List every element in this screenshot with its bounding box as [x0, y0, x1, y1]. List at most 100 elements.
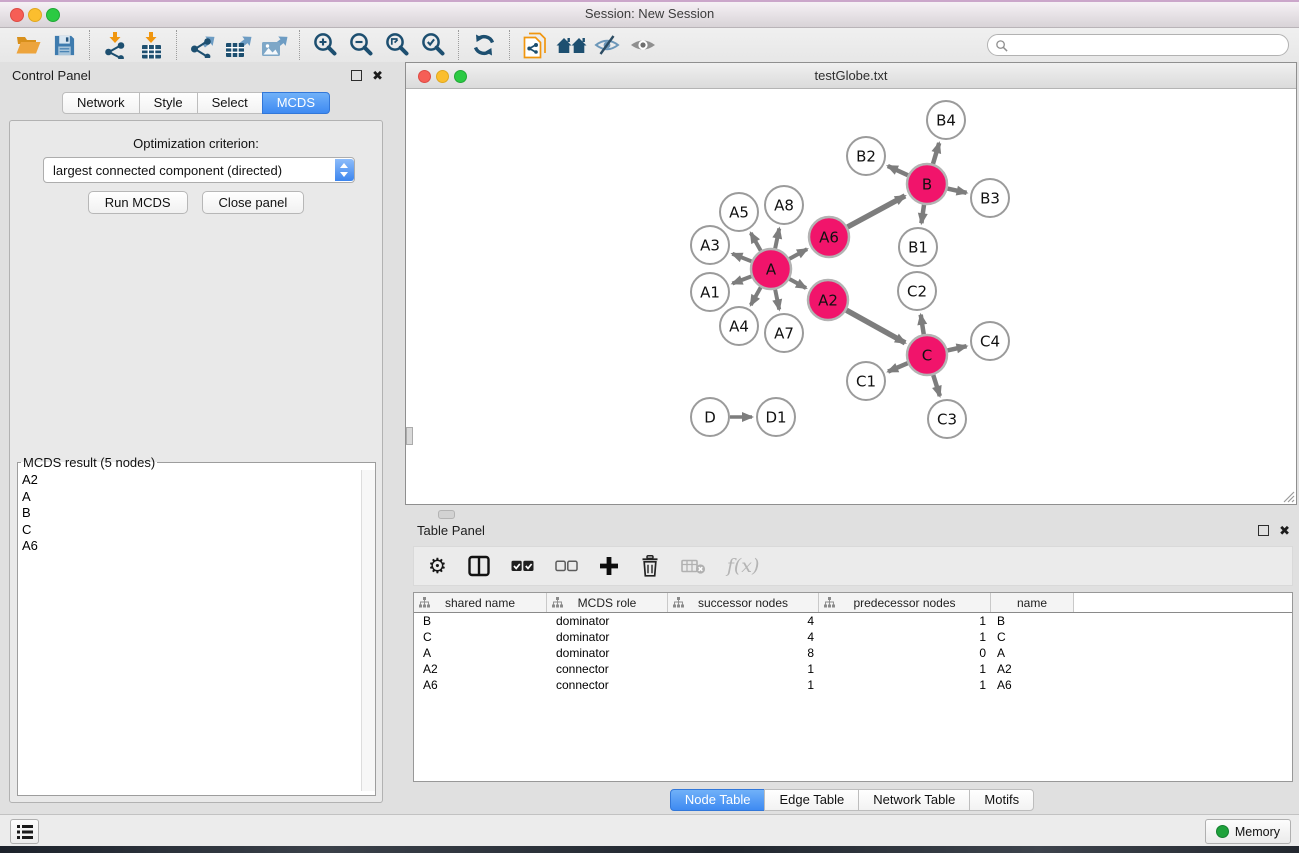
- tab-node-table[interactable]: Node Table: [670, 789, 766, 811]
- edge-A6-B[interactable]: [847, 196, 905, 227]
- show-panels-button[interactable]: [10, 819, 39, 844]
- node-A5[interactable]: [720, 193, 758, 231]
- edge-A-A1[interactable]: [732, 276, 751, 283]
- table-row[interactable]: Bdominator41B: [414, 613, 1292, 629]
- table-row[interactable]: Adominator80A: [414, 645, 1292, 661]
- node-C2[interactable]: [898, 272, 936, 310]
- tab-select[interactable]: Select: [197, 92, 263, 114]
- node-C4[interactable]: [971, 322, 1009, 360]
- node-B4[interactable]: [927, 101, 965, 139]
- delete-table-button[interactable]: [681, 558, 706, 574]
- search-field[interactable]: [987, 34, 1289, 56]
- toggle-panel-layout-button[interactable]: [468, 555, 490, 577]
- deselect-all-rows-button[interactable]: [555, 560, 578, 572]
- edge-B-B4[interactable]: [933, 143, 939, 164]
- close-panel-button[interactable]: Close panel: [202, 191, 305, 214]
- node-A[interactable]: [751, 249, 791, 289]
- node-D1[interactable]: [757, 398, 795, 436]
- column-header-predecessor-nodes[interactable]: predecessor nodes: [819, 593, 991, 612]
- zoom-selected-button[interactable]: [415, 30, 451, 60]
- table-row[interactable]: A6connector11A6: [414, 677, 1292, 693]
- tab-style[interactable]: Style: [139, 92, 198, 114]
- scrollbar-track[interactable]: [361, 470, 375, 791]
- canvas-edge-handle[interactable]: [406, 427, 413, 445]
- edge-A-A6[interactable]: [789, 249, 807, 259]
- node-A3[interactable]: [691, 226, 729, 264]
- new-network-from-selection-button[interactable]: [517, 30, 553, 60]
- first-neighbors-button[interactable]: [553, 30, 589, 60]
- import-table-button[interactable]: [133, 30, 169, 60]
- mcds-result-item[interactable]: A2: [18, 472, 375, 489]
- edge-C-C1[interactable]: [888, 363, 908, 371]
- select-all-rows-button[interactable]: [511, 560, 534, 572]
- mcds-result-item[interactable]: B: [18, 505, 375, 522]
- edge-A-A8[interactable]: [775, 229, 779, 249]
- tab-network-table[interactable]: Network Table: [858, 789, 970, 811]
- hide-selected-button[interactable]: [589, 30, 625, 60]
- zoom-fit-button[interactable]: [379, 30, 415, 60]
- save-session-button[interactable]: [46, 30, 82, 60]
- mcds-result-item[interactable]: A6: [18, 538, 375, 555]
- edge-C-C4[interactable]: [947, 346, 966, 350]
- edge-A-A3[interactable]: [732, 254, 751, 262]
- edge-C-C3[interactable]: [933, 375, 940, 396]
- edge-A-A5[interactable]: [751, 233, 761, 251]
- node-D[interactable]: [691, 398, 729, 436]
- zoom-out-button[interactable]: [343, 30, 379, 60]
- network-graph[interactable]: B4B2BB3B1A5A8A6A3AA1A2C2A4A7CC4C1C3DD1: [406, 89, 1296, 504]
- edge-A-A2[interactable]: [789, 279, 806, 288]
- delete-columns-button[interactable]: [640, 555, 660, 577]
- table-row[interactable]: A2connector11A2: [414, 661, 1292, 677]
- node-C[interactable]: [907, 335, 947, 375]
- edge-A-A4[interactable]: [751, 287, 761, 305]
- import-network-button[interactable]: [97, 30, 133, 60]
- optimization-criterion-select[interactable]: largest connected component (directed): [43, 157, 355, 183]
- node-A7[interactable]: [765, 314, 803, 352]
- node-A2[interactable]: [808, 280, 848, 320]
- mcds-result-item[interactable]: C: [18, 522, 375, 539]
- edge-B-B1[interactable]: [921, 205, 924, 223]
- table-row[interactable]: Cdominator41C: [414, 629, 1292, 645]
- splitter-handle[interactable]: [438, 510, 455, 519]
- export-table-button[interactable]: [220, 30, 256, 60]
- create-new-column-button[interactable]: [599, 556, 619, 576]
- node-A6[interactable]: [809, 217, 849, 257]
- float-table-panel-icon[interactable]: [1258, 525, 1269, 536]
- node-C1[interactable]: [847, 362, 885, 400]
- tab-edge-table[interactable]: Edge Table: [764, 789, 859, 811]
- close-table-panel-icon[interactable]: ✖: [1279, 522, 1290, 539]
- edge-A2-C[interactable]: [846, 310, 905, 343]
- refresh-view-button[interactable]: [466, 30, 502, 60]
- node-B[interactable]: [907, 164, 947, 204]
- show-all-button[interactable]: [625, 30, 661, 60]
- node-A1[interactable]: [691, 273, 729, 311]
- float-panel-icon[interactable]: [351, 70, 362, 81]
- zoom-in-button[interactable]: [307, 30, 343, 60]
- node-B1[interactable]: [899, 228, 937, 266]
- column-header-shared-name[interactable]: shared name: [414, 593, 547, 612]
- export-network-button[interactable]: [184, 30, 220, 60]
- memory-button[interactable]: Memory: [1205, 819, 1291, 844]
- node-B3[interactable]: [971, 179, 1009, 217]
- column-header-successor-nodes[interactable]: successor nodes: [668, 593, 819, 612]
- column-header-name[interactable]: name: [991, 593, 1074, 612]
- export-image-button[interactable]: [256, 30, 292, 60]
- node-C3[interactable]: [928, 400, 966, 438]
- tab-motifs[interactable]: Motifs: [969, 789, 1034, 811]
- tab-mcds[interactable]: MCDS: [262, 92, 330, 114]
- network-canvas[interactable]: B4B2BB3B1A5A8A6A3AA1A2C2A4A7CC4C1C3DD1: [406, 89, 1296, 504]
- node-B2[interactable]: [847, 137, 885, 175]
- function-builder-button[interactable]: f(x): [727, 555, 760, 577]
- edge-C-C2[interactable]: [921, 315, 924, 335]
- node-A4[interactable]: [720, 307, 758, 345]
- edge-A-A7[interactable]: [775, 290, 779, 310]
- open-session-button[interactable]: [10, 30, 46, 60]
- edge-B-B2[interactable]: [888, 166, 908, 175]
- resize-grip-icon[interactable]: [1282, 490, 1295, 503]
- search-input[interactable]: [1012, 37, 1288, 53]
- run-mcds-button[interactable]: Run MCDS: [88, 191, 188, 214]
- tab-network[interactable]: Network: [62, 92, 140, 114]
- table-settings-button[interactable]: ⚙: [428, 556, 447, 576]
- node-A8[interactable]: [765, 186, 803, 224]
- edge-B-B3[interactable]: [947, 189, 966, 193]
